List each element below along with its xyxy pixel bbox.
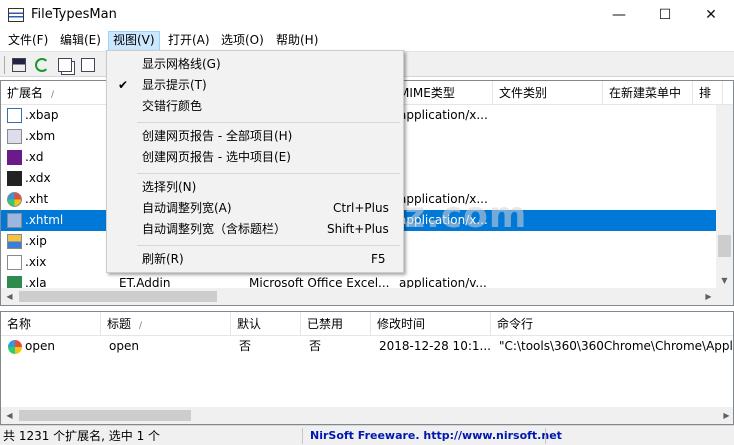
app-icon <box>8 8 24 22</box>
cell-modified: 2018-12-28 10:1... <box>379 339 491 353</box>
cell-extension: .xix <box>25 255 47 269</box>
col-header-default[interactable]: 默认 <box>231 312 301 336</box>
cell-extension: .xdx <box>25 171 51 185</box>
cell-extension: .xd <box>25 150 44 164</box>
cell-mime: application/x... <box>399 108 488 122</box>
vertical-scrollbar[interactable]: ▼ <box>716 105 733 289</box>
cell-extension: .xhtml <box>25 213 64 227</box>
menu-item-refresh[interactable]: 刷新(R) F5 <box>109 249 402 270</box>
cell-name: open <box>25 339 55 353</box>
cell-command: "C:\tools\360\360Chrome\Chrome\Appli <box>499 339 734 353</box>
file-type-icon <box>7 192 22 207</box>
scroll-down-arrow-icon[interactable]: ▼ <box>716 272 733 289</box>
actions-list-header: 名称 标题 ∕ 默认 已禁用 修改时间 命令行 <box>1 312 733 336</box>
actions-list[interactable]: 名称 标题 ∕ 默认 已禁用 修改时间 命令行 open open 否 否 201… <box>0 311 734 425</box>
col-header-modified[interactable]: 修改时间 <box>371 312 491 336</box>
file-type-icon <box>7 234 22 249</box>
col-header-title[interactable]: 标题 ∕ <box>101 312 231 336</box>
menu-item-html-report-all[interactable]: 创建网页报告 - 全部项目(H) <box>109 126 402 147</box>
properties-icon[interactable] <box>79 56 97 74</box>
status-divider <box>545 428 546 444</box>
nirsoft-link[interactable]: NirSoft Freeware. http://www.nirsoft.net <box>310 428 562 444</box>
cell-mime: application/x... <box>399 192 488 206</box>
menu-item-show-gridlines[interactable]: 显示网格线(G) <box>109 54 402 75</box>
scroll-left-arrow-icon[interactable]: ◀ <box>1 407 18 424</box>
menu-item-alternate-row-color[interactable]: 交错行颜色 <box>109 96 402 117</box>
cell-default: 否 <box>239 339 252 353</box>
menu-item-auto-size-columns[interactable]: 自动调整列宽(A) Ctrl+Plus <box>109 198 402 219</box>
menu-help[interactable]: 帮助(H) <box>272 31 322 51</box>
sort-arrow-icon: ∕ <box>139 321 143 331</box>
scroll-right-arrow-icon[interactable]: ▶ <box>718 407 733 424</box>
window-title: FileTypesMan <box>31 7 117 22</box>
status-count: 共 1231 个扩展名, 选中 1 个 <box>3 429 161 443</box>
menu-options[interactable]: 选项(O) <box>217 31 268 51</box>
cell-title: open <box>109 339 139 353</box>
toolbar-grip <box>4 56 5 74</box>
menu-separator <box>137 173 400 174</box>
cell-disabled: 否 <box>309 339 322 353</box>
scroll-right-arrow-icon[interactable]: ▶ <box>700 288 717 305</box>
cell-extension: .xbm <box>25 129 56 143</box>
menu-open[interactable]: 打开(A) <box>164 31 214 51</box>
col-header-mime[interactable]: MIME类型 <box>393 81 493 105</box>
file-type-icon <box>7 213 22 228</box>
menu-bar: 文件(F) 编辑(E) 视图(V) 打开(A) 选项(O) 帮助(H) <box>0 31 734 51</box>
menu-file[interactable]: 文件(F) <box>4 31 52 51</box>
scrollbar-thumb[interactable] <box>718 235 731 257</box>
col-header-name[interactable]: 名称 <box>1 312 101 336</box>
horizontal-scrollbar[interactable]: ◀ ▶ <box>1 288 717 305</box>
file-type-icon <box>7 150 22 165</box>
col-header-command[interactable]: 命令行 <box>491 312 733 336</box>
file-type-icon <box>7 171 22 186</box>
col-header-category[interactable]: 文件类别 <box>493 81 603 105</box>
chrome-icon <box>8 340 22 354</box>
status-bar: 共 1231 个扩展名, 选中 1 个 NirSoft Freeware. ht… <box>0 425 734 445</box>
col-header-disabled[interactable]: 已禁用 <box>301 312 371 336</box>
sort-arrow-icon: ∕ <box>51 90 55 100</box>
status-divider <box>302 428 303 444</box>
copy-icon[interactable] <box>56 56 74 74</box>
menu-item-show-tooltips[interactable]: ✔ 显示提示(T) <box>109 75 402 96</box>
menu-separator <box>137 245 400 246</box>
cell-extension: .xht <box>25 192 49 206</box>
cell-mime: application/x... <box>399 213 488 227</box>
scroll-left-arrow-icon[interactable]: ◀ <box>1 288 18 305</box>
menu-item-choose-columns[interactable]: 选择列(N) <box>109 177 402 198</box>
col-header-more[interactable]: 排 <box>693 81 723 105</box>
menu-item-html-report-selected[interactable]: 创建网页报告 - 选中项目(E) <box>109 147 402 168</box>
minimize-button[interactable]: — <box>596 0 642 31</box>
checkmark-icon: ✔ <box>118 78 129 92</box>
cell-extension: .xip <box>25 234 47 248</box>
scrollbar-thumb[interactable] <box>19 291 217 302</box>
menu-separator <box>137 122 400 123</box>
menu-edit[interactable]: 编辑(E) <box>56 31 105 51</box>
close-button[interactable]: ✕ <box>688 0 734 31</box>
col-header-extension[interactable]: 扩展名 ∕ <box>1 81 109 105</box>
file-type-icon <box>7 108 22 123</box>
col-header-new-menu[interactable]: 在新建菜单中 <box>603 81 693 105</box>
menu-view[interactable]: 视图(V) <box>108 31 160 51</box>
refresh-icon[interactable] <box>33 56 51 74</box>
title-bar: FileTypesMan — ☐ ✕ <box>0 0 734 31</box>
maximize-button[interactable]: ☐ <box>642 0 688 31</box>
table-row[interactable]: open open 否 否 2018-12-28 10:1... "C:\too… <box>1 336 734 357</box>
cell-extension: .xbap <box>25 108 59 122</box>
horizontal-scrollbar[interactable]: ◀ ▶ <box>1 407 733 424</box>
scrollbar-thumb[interactable] <box>19 410 191 421</box>
file-type-icon <box>7 255 22 270</box>
menu-item-auto-size-columns-headers[interactable]: 自动调整列宽（含标题栏） Shift+Plus <box>109 219 402 240</box>
view-menu-dropdown: 显示网格线(G) ✔ 显示提示(T) 交错行颜色 创建网页报告 - 全部项目(H)… <box>106 50 404 273</box>
file-type-icon <box>7 129 22 144</box>
scroll-corner <box>716 288 733 305</box>
save-icon[interactable] <box>10 56 28 74</box>
